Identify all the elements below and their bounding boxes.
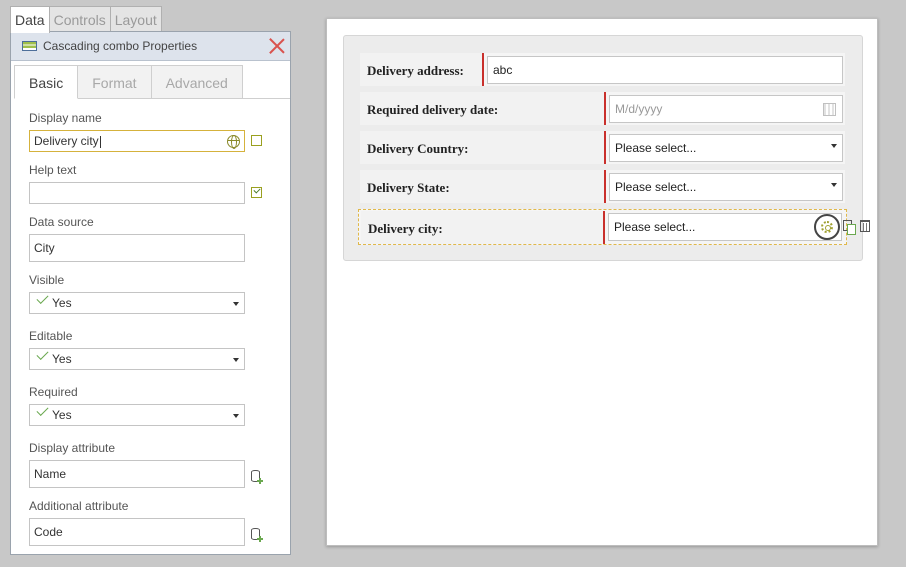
tab-layout[interactable]: Layout [109, 6, 162, 32]
trash-icon[interactable] [860, 220, 870, 232]
editable-label: Editable [29, 329, 73, 343]
top-tab-bar: Data Controls Layout [10, 6, 162, 33]
delivery-date-input[interactable]: M/d/yyyy [609, 95, 843, 123]
required-value: Yes [52, 408, 72, 422]
gear-icon [821, 221, 833, 233]
select-value: Please select... [614, 220, 696, 234]
form-row-required-delivery-date[interactable]: Required delivery date: M/d/yyyy [360, 92, 845, 125]
chevron-down-icon [233, 414, 239, 418]
help-text-input[interactable] [29, 182, 245, 204]
tab-data[interactable]: Data [10, 6, 50, 33]
form-row-delivery-city[interactable]: Delivery city: Please select... [358, 209, 847, 245]
select-value: Please select... [615, 141, 697, 155]
additional-attribute-input[interactable]: Code [29, 518, 245, 546]
display-name-checkbox-icon[interactable] [251, 135, 262, 146]
display-name-value: Delivery city [34, 134, 99, 148]
tab-advanced[interactable]: Advanced [150, 65, 243, 99]
row-label: Required delivery date: [360, 92, 606, 125]
visible-value: Yes [52, 296, 72, 310]
form-container: Delivery address: abc Required delivery … [343, 35, 870, 261]
form-row-delivery-state[interactable]: Delivery State: Please select... [360, 170, 845, 203]
delivery-country-select[interactable]: Please select... [609, 134, 843, 162]
row-label: Delivery Country: [360, 131, 606, 164]
properties-sub-tabs: Basic Format Advanced [14, 65, 243, 99]
form-row-delivery-address[interactable]: Delivery address: abc [360, 53, 845, 86]
chevron-down-icon [831, 183, 837, 187]
close-icon[interactable] [268, 37, 285, 54]
required-select[interactable]: Yes [29, 404, 245, 426]
visible-label: Visible [29, 273, 65, 287]
chevron-down-icon [233, 358, 239, 362]
check-icon [34, 353, 48, 362]
tab-basic[interactable]: Basic [14, 65, 79, 99]
properties-title: Cascading combo Properties [43, 39, 198, 53]
globe-icon[interactable] [227, 135, 240, 149]
control-toolbar [814, 214, 878, 240]
properties-sidebar: Data Controls Layout Cascading combo Pro… [0, 0, 298, 567]
database-add-icon[interactable] [251, 470, 263, 484]
help-text-label: Help text [29, 163, 77, 177]
editable-value: Yes [52, 352, 72, 366]
display-attribute-input[interactable]: Name [29, 460, 245, 488]
display-name-input[interactable]: Delivery city [29, 130, 245, 152]
calendar-icon[interactable] [823, 103, 836, 116]
row-label: Delivery State: [360, 170, 606, 203]
row-label: Delivery city: [361, 211, 605, 244]
properties-panel: Cascading combo Properties Basic Format … [10, 31, 291, 555]
chevron-down-icon [831, 144, 837, 148]
delivery-state-select[interactable]: Please select... [609, 173, 843, 201]
check-icon [34, 409, 48, 418]
required-label: Required [29, 385, 78, 399]
settings-button[interactable] [814, 214, 840, 240]
delivery-city-select[interactable]: Please select... [608, 213, 842, 241]
copy-icon[interactable] [843, 220, 856, 235]
row-label: Delivery address: [360, 53, 484, 86]
help-text-checkbox-icon[interactable] [251, 187, 262, 198]
display-attribute-label: Display attribute [29, 441, 116, 455]
tab-controls[interactable]: Controls [48, 6, 111, 32]
check-icon [34, 297, 48, 306]
visible-select[interactable]: Yes [29, 292, 245, 314]
properties-header: Cascading combo Properties [11, 32, 290, 61]
data-source-input[interactable]: City [29, 234, 245, 262]
form-row-delivery-country[interactable]: Delivery Country: Please select... [360, 131, 845, 164]
database-add-icon[interactable] [251, 528, 263, 542]
combo-control-icon [22, 41, 37, 51]
editable-select[interactable]: Yes [29, 348, 245, 370]
additional-attribute-label: Additional attribute [29, 499, 129, 513]
data-source-label: Data source [29, 215, 94, 229]
display-name-label: Display name [29, 111, 102, 125]
chevron-down-icon [233, 302, 239, 306]
tab-format[interactable]: Format [77, 65, 152, 99]
date-placeholder: M/d/yyyy [615, 102, 663, 116]
delivery-address-input[interactable]: abc [487, 56, 843, 84]
text-caret [99, 135, 101, 148]
form-canvas: Delivery address: abc Required delivery … [326, 18, 878, 546]
select-value: Please select... [615, 180, 697, 194]
